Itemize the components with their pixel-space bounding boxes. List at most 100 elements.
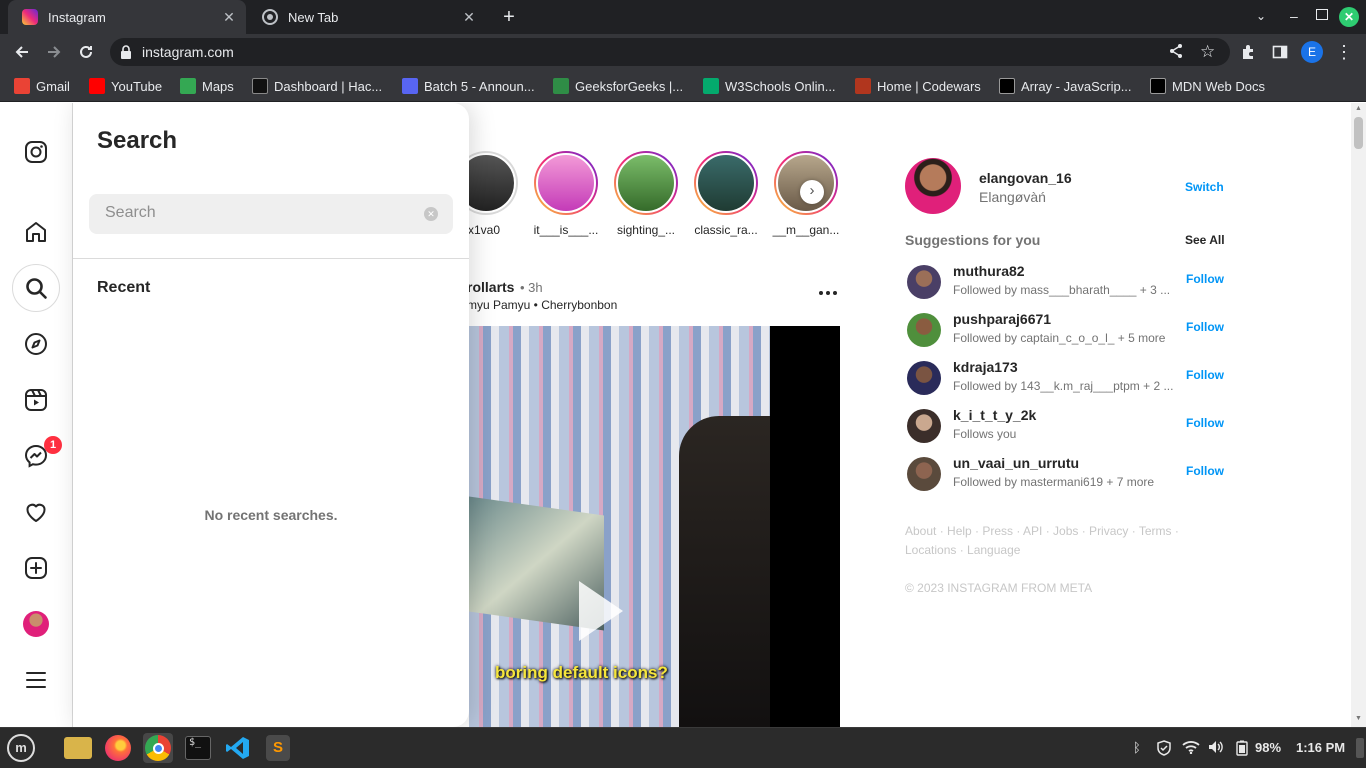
- firefox-icon[interactable]: [103, 733, 133, 763]
- suggestion-avatar[interactable]: [907, 313, 941, 347]
- tab-search-chevron-icon[interactable]: ⌄: [1256, 9, 1266, 23]
- suggestion-avatar[interactable]: [907, 361, 941, 395]
- current-user-avatar[interactable]: [905, 158, 961, 214]
- suggestion-avatar[interactable]: [907, 457, 941, 491]
- address-bar[interactable]: instagram.com ☆: [110, 38, 1230, 66]
- bookmark-label: Dashboard | Hac...: [274, 78, 383, 94]
- forward-arrow-icon[interactable]: [42, 40, 66, 64]
- follow-button[interactable]: Follow: [1186, 320, 1224, 334]
- home-icon[interactable]: [12, 208, 60, 256]
- suggestion-username[interactable]: un_vaai_un_urrutu: [953, 455, 1079, 471]
- show-desktop-button[interactable]: [1356, 738, 1364, 758]
- scroll-up-arrow-icon[interactable]: ▲: [1355, 105, 1362, 112]
- back-arrow-icon[interactable]: [10, 40, 34, 64]
- messenger-icon[interactable]: 1: [12, 432, 62, 480]
- volume-icon[interactable]: [1208, 740, 1224, 757]
- maximize-icon[interactable]: [1316, 9, 1328, 20]
- story-item[interactable]: it___is___...: [526, 151, 606, 237]
- battery-icon[interactable]: [1236, 740, 1248, 759]
- footer-links-line1[interactable]: About · Help · Press · API · Jobs · Priv…: [905, 524, 1179, 538]
- suggestion-username[interactable]: muthura82: [953, 263, 1025, 279]
- bookmark-gmail[interactable]: Gmail: [14, 77, 70, 95]
- story-item[interactable]: classic_ra...: [686, 151, 766, 237]
- profile-avatar-icon[interactable]: [12, 600, 60, 648]
- reels-icon[interactable]: [12, 376, 60, 424]
- follow-button[interactable]: Follow: [1186, 416, 1224, 430]
- search-box[interactable]: ✕: [89, 194, 453, 234]
- bluetooth-icon[interactable]: ᛒ: [1133, 740, 1141, 755]
- suggestion-avatar[interactable]: [907, 265, 941, 299]
- bookmark-youtube[interactable]: YouTube: [89, 77, 162, 95]
- story-item[interactable]: sighting_...: [606, 151, 686, 237]
- suggestion-subtext: Follows you: [953, 427, 1017, 441]
- create-plus-icon[interactable]: [12, 544, 60, 592]
- bookmark-label: Batch 5 - Announ...: [424, 78, 535, 94]
- clear-search-icon[interactable]: ✕: [424, 207, 438, 221]
- bookmark-mdn-array[interactable]: Array - JavaScrip...: [999, 77, 1132, 95]
- bookmark-star-icon[interactable]: ☆: [1200, 42, 1215, 62]
- explore-compass-icon[interactable]: [12, 320, 60, 368]
- bookmark-hackerrank[interactable]: Dashboard | Hac...: [252, 77, 382, 95]
- post-video[interactable]: boring default icons?: [469, 326, 840, 727]
- tab-close-icon[interactable]: ✕: [218, 9, 240, 26]
- see-all-link[interactable]: See All: [1185, 233, 1225, 247]
- bookmark-w3schools[interactable]: W3Schools Onlin...: [703, 77, 836, 95]
- stories-next-chevron-icon[interactable]: ›: [800, 180, 824, 204]
- search-input[interactable]: [105, 204, 405, 222]
- post-username[interactable]: rollarts: [467, 279, 514, 295]
- chrome-taskbar-icon[interactable]: [143, 733, 173, 763]
- tab-close-icon[interactable]: ✕: [458, 9, 480, 26]
- close-window-icon[interactable]: ✕: [1339, 7, 1359, 27]
- scrollbar-thumb[interactable]: [1354, 117, 1363, 149]
- left-navigation: 1: [0, 103, 73, 727]
- post-audio-info[interactable]: myu Pamyu • Cherrybonbon: [467, 298, 617, 312]
- kebab-menu-icon[interactable]: ⋮: [1332, 40, 1356, 64]
- clock[interactable]: 1:16 PM: [1296, 740, 1345, 755]
- suggestion-username[interactable]: k_i_t_t_y_2k: [953, 407, 1036, 423]
- heart-notifications-icon[interactable]: [12, 488, 60, 536]
- suggestion-avatar[interactable]: [907, 409, 941, 443]
- search-nav-icon[interactable]: [12, 264, 60, 312]
- bookmark-label: Gmail: [36, 78, 70, 94]
- play-icon[interactable]: [579, 581, 623, 641]
- post-more-options-icon[interactable]: [818, 283, 838, 301]
- lock-icon[interactable]: [120, 45, 132, 64]
- mint-menu-icon[interactable]: m: [6, 733, 36, 763]
- profile-avatar[interactable]: E: [1301, 41, 1323, 63]
- share-icon[interactable]: [1168, 43, 1184, 64]
- current-username[interactable]: elangovan_16: [979, 170, 1072, 186]
- scroll-down-arrow-icon[interactable]: ▼: [1355, 715, 1362, 722]
- discord-icon: [402, 78, 418, 94]
- vscode-icon[interactable]: [223, 733, 253, 763]
- switch-account-link[interactable]: Switch: [1185, 180, 1224, 194]
- bookmark-geeksforgeeks[interactable]: GeeksforGeeks |...: [553, 77, 683, 95]
- bookmark-maps[interactable]: Maps: [180, 77, 234, 95]
- terminal-icon[interactable]: $_: [183, 733, 213, 763]
- suggestion-username[interactable]: kdraja173: [953, 359, 1018, 375]
- hamburger-more-icon[interactable]: [12, 656, 60, 704]
- shield-icon[interactable]: [1156, 740, 1172, 759]
- tab-instagram[interactable]: Instagram ✕: [8, 0, 246, 34]
- side-panel-icon[interactable]: [1268, 40, 1292, 64]
- follow-button[interactable]: Follow: [1186, 464, 1224, 478]
- wifi-icon[interactable]: [1182, 740, 1200, 757]
- files-folder-icon[interactable]: [63, 733, 93, 763]
- reload-icon[interactable]: [74, 40, 98, 64]
- suggestion-username[interactable]: pushparaj6671: [953, 311, 1051, 327]
- minimize-icon[interactable]: –: [1290, 8, 1298, 24]
- footer-links-line2[interactable]: Locations · Language: [905, 543, 1020, 557]
- follow-button[interactable]: Follow: [1186, 368, 1224, 382]
- follow-button[interactable]: Follow: [1186, 272, 1224, 286]
- sublime-text-icon[interactable]: S: [263, 733, 293, 763]
- bookmark-label: Home | Codewars: [877, 78, 981, 94]
- page-scrollbar[interactable]: ▲ ▼: [1351, 103, 1366, 727]
- tab-new-tab[interactable]: New Tab ✕: [248, 0, 486, 34]
- instagram-favicon-icon: [22, 9, 38, 25]
- bookmark-codewars[interactable]: Home | Codewars: [855, 77, 981, 95]
- extensions-puzzle-icon[interactable]: [1236, 40, 1260, 64]
- bookmark-batch5[interactable]: Batch 5 - Announ...: [402, 77, 535, 95]
- new-tab-button[interactable]: +: [498, 6, 520, 28]
- instagram-logo-icon[interactable]: [12, 128, 60, 176]
- bookmark-mdn-docs[interactable]: MDN Web Docs: [1150, 77, 1265, 95]
- suggestion-subtext: Followed by mastermani619 + 7 more: [953, 475, 1155, 489]
